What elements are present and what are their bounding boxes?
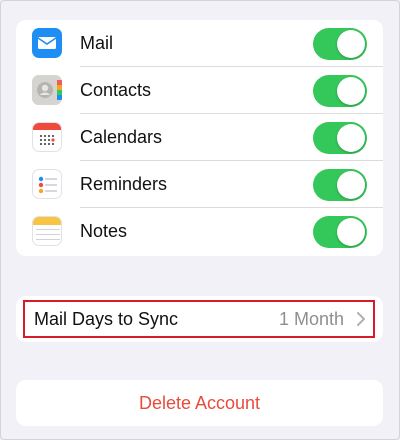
- contacts-toggle[interactable]: [313, 75, 367, 107]
- row-label-mail: Mail: [80, 33, 114, 53]
- notes-toggle[interactable]: [313, 216, 367, 248]
- row-calendars[interactable]: Calendars: [16, 114, 383, 161]
- reminders-icon: [32, 169, 62, 199]
- toggle-knob: [337, 30, 365, 58]
- row-label-calendars: Calendars: [80, 127, 163, 147]
- contacts-icon: [32, 75, 62, 105]
- toggle-knob: [337, 171, 365, 199]
- row-mail[interactable]: Mail: [16, 20, 383, 67]
- row-label-notes: Notes: [80, 221, 128, 241]
- notes-icon: [32, 216, 62, 246]
- row-label-reminders: Reminders: [80, 174, 168, 194]
- sync-toggles-group: Mail Contacts Calendars Reminders Notes: [16, 20, 383, 256]
- toggle-knob: [337, 218, 365, 246]
- calendars-toggle[interactable]: [313, 122, 367, 154]
- mail-days-to-sync-row[interactable]: [23, 300, 375, 338]
- row-label-contacts: Contacts: [80, 80, 152, 100]
- calendar-icon: [32, 122, 62, 152]
- mail-toggle[interactable]: [313, 28, 367, 60]
- delete-account-button[interactable]: Delete Account: [16, 380, 383, 426]
- reminders-toggle[interactable]: [313, 169, 367, 201]
- row-contacts[interactable]: Contacts: [16, 67, 383, 114]
- toggle-knob: [337, 77, 365, 105]
- row-reminders[interactable]: Reminders: [16, 161, 383, 208]
- row-notes[interactable]: Notes: [16, 208, 383, 255]
- mail-icon: [32, 28, 62, 58]
- toggle-knob: [337, 124, 365, 152]
